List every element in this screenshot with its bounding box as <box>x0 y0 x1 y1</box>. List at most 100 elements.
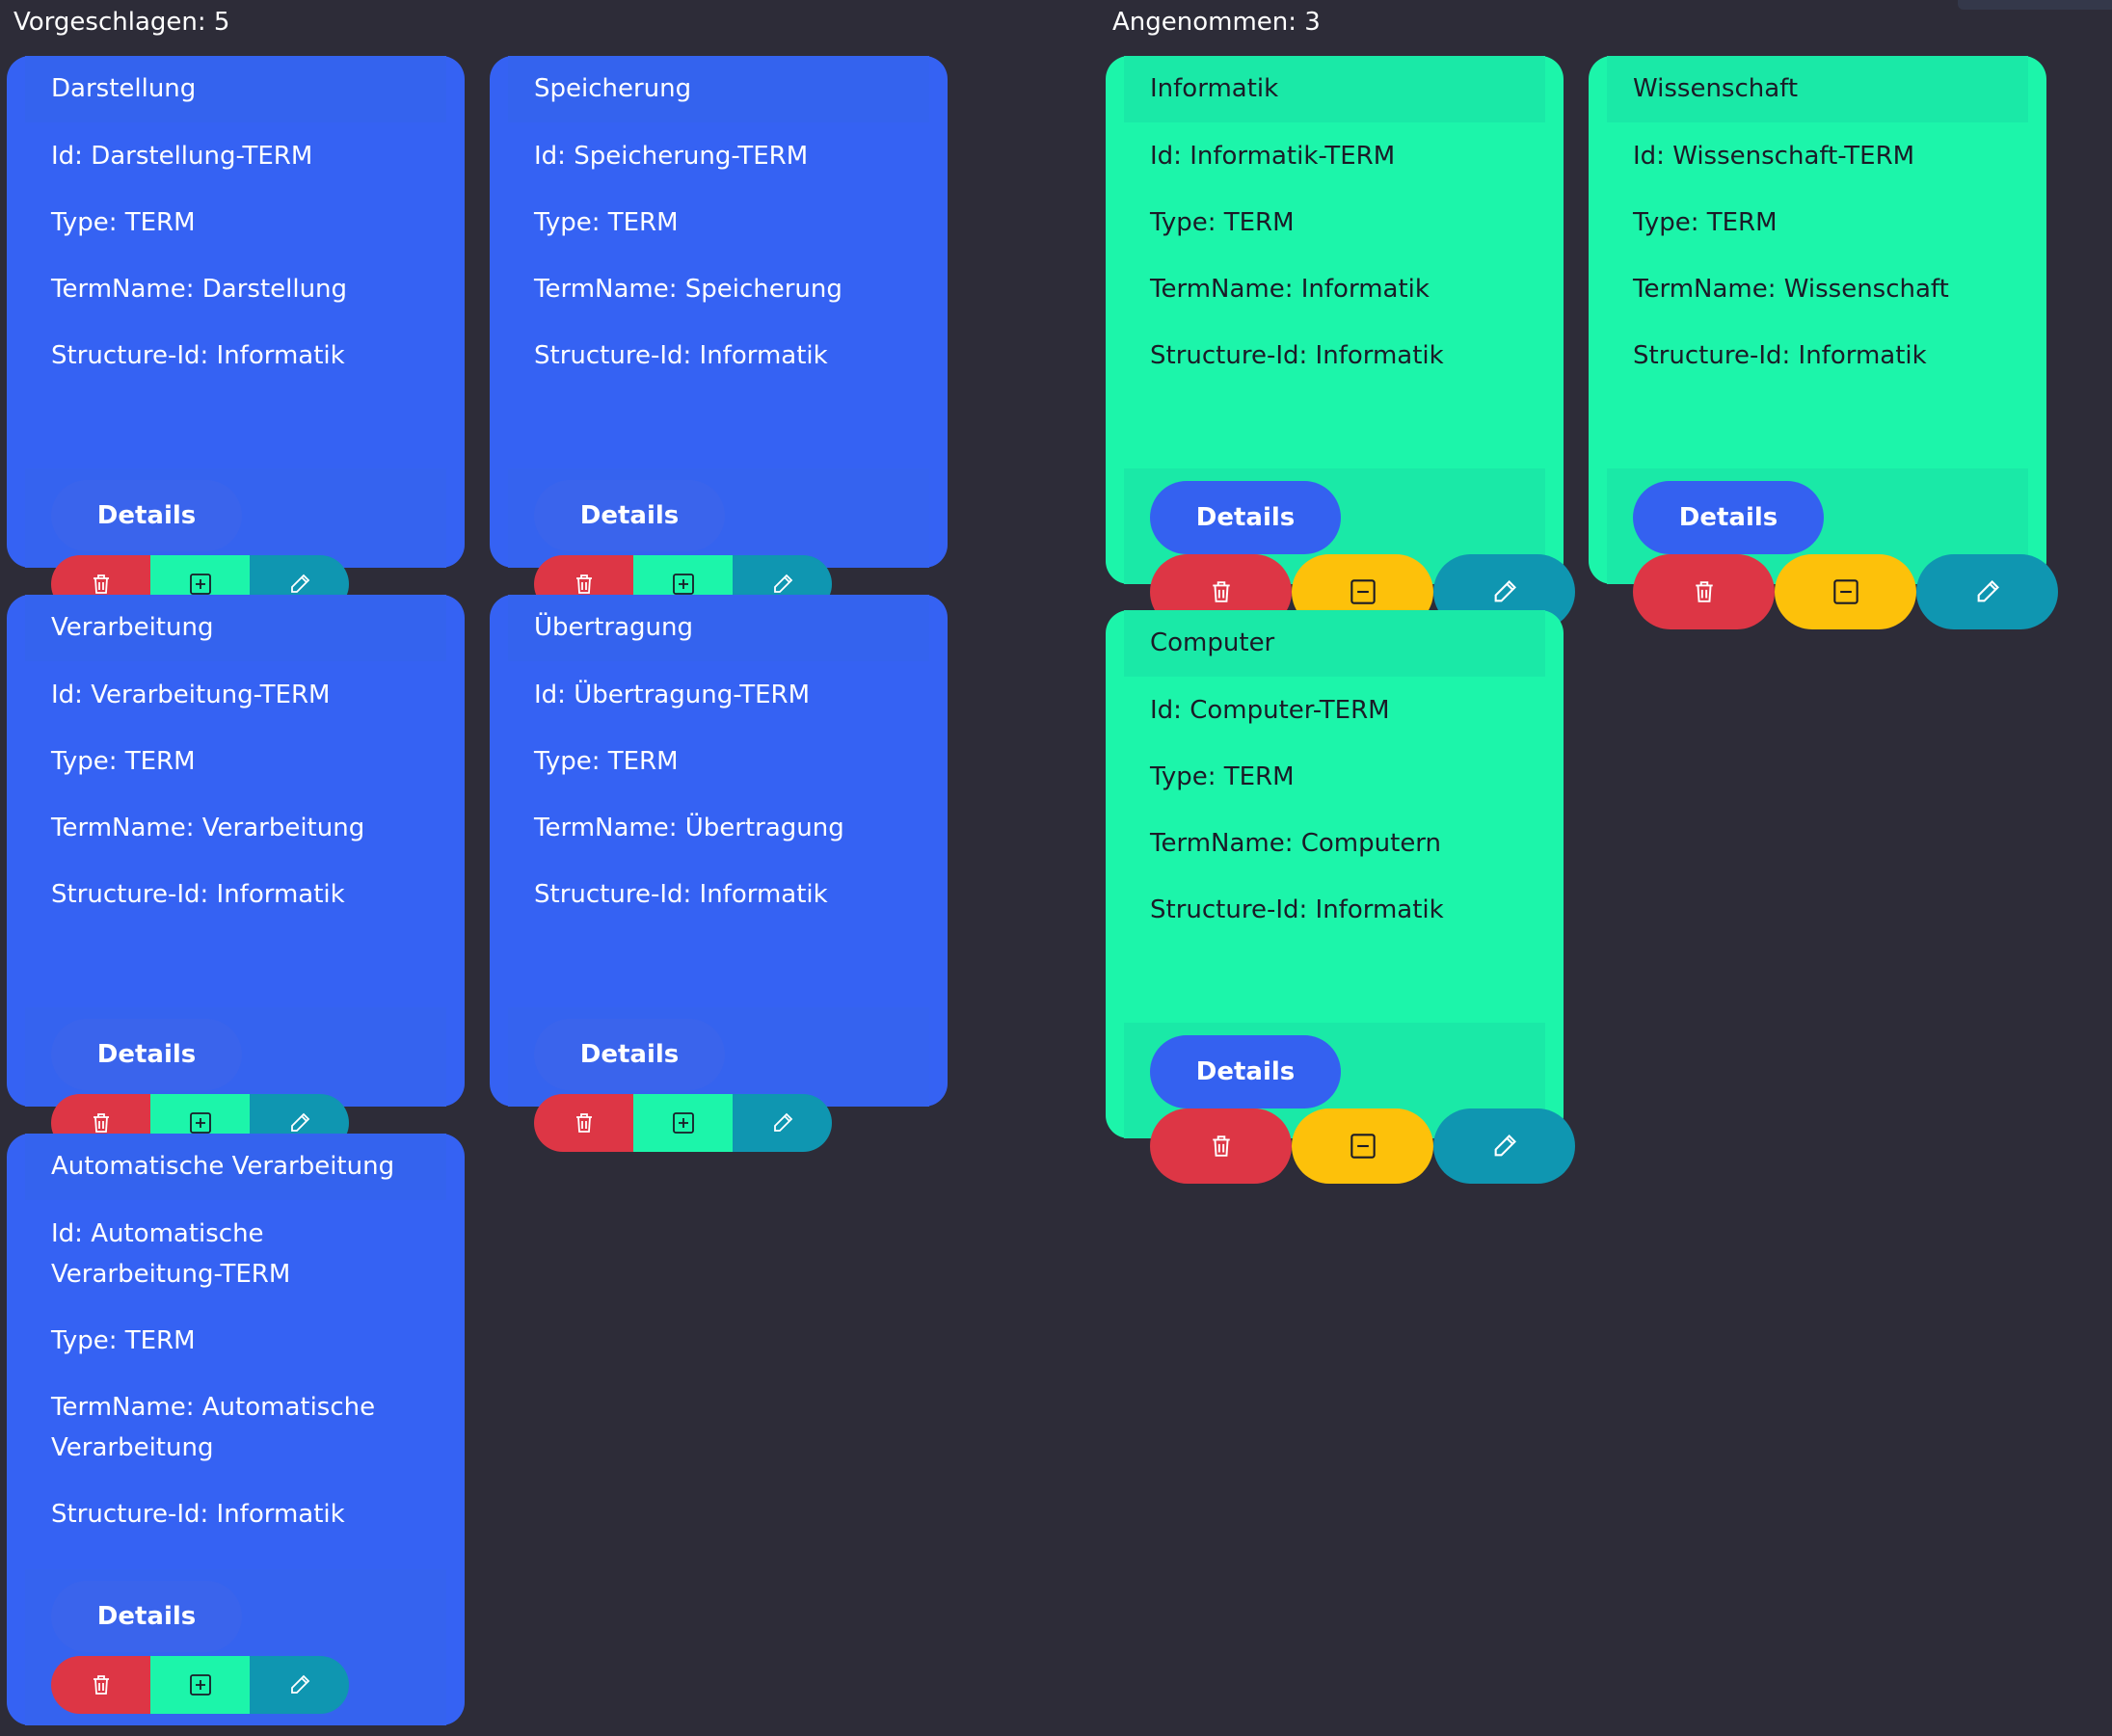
card-header: Wissenschaft <box>1607 56 2028 122</box>
card-structure-id: Structure-Id: Informatik <box>1633 341 1927 370</box>
card-body: Id: Speicherung-TERM Type: TERM TermName… <box>508 122 929 395</box>
edit-button[interactable] <box>1916 554 2058 629</box>
card-type: Type: TERM <box>1150 762 1295 791</box>
trash-icon <box>575 1112 594 1134</box>
card-structure-id: Structure-Id: Informatik <box>534 880 828 909</box>
card-term-name: TermName: Verarbeitung <box>51 814 365 842</box>
edit-button[interactable] <box>733 1094 832 1152</box>
trash-icon <box>1211 580 1232 603</box>
accepted-card: Computer Id: Computer-TERM Type: TERM Te… <box>1106 610 1575 1184</box>
card-structure-id: Structure-Id: Informatik <box>534 341 828 370</box>
card-id: Id: Wissenschaft-TERM <box>1633 142 1915 171</box>
details-button[interactable]: Details <box>51 1019 242 1090</box>
delete-button[interactable] <box>534 1094 633 1152</box>
pencil-icon <box>771 1111 794 1135</box>
card-type: Type: TERM <box>51 208 196 237</box>
card-header: Informatik <box>1124 56 1545 122</box>
top-right-accent <box>1958 0 2112 10</box>
delete-button[interactable] <box>1633 554 1775 629</box>
reject-button[interactable] <box>1292 1108 1433 1184</box>
card-header: Automatische Verarbeitung <box>25 1134 446 1200</box>
proposed-card: Automatische Verarbeitung Id: Automatisc… <box>7 1134 465 1725</box>
card-body: Id: Darstellung-TERM Type: TERM TermName… <box>25 122 446 395</box>
details-button[interactable]: Details <box>1633 481 1824 554</box>
delete-button[interactable] <box>1150 1108 1292 1184</box>
card-term-name: TermName: Computern <box>1150 829 1442 858</box>
pencil-icon <box>288 1673 311 1696</box>
card-footer: Details <box>1124 468 1575 629</box>
card-term-name: TermName: Informatik <box>1150 275 1430 304</box>
plus-square-icon <box>189 573 212 596</box>
edit-button[interactable] <box>250 1656 349 1714</box>
card-type: Type: TERM <box>51 747 196 776</box>
proposed-card: Verarbeitung Id: Verarbeitung-TERM Type:… <box>7 595 465 1152</box>
card-header: Computer <box>1124 610 1545 677</box>
card-body: Id: Verarbeitung-TERM Type: TERM TermNam… <box>25 661 446 934</box>
card-type: Type: TERM <box>1150 208 1295 237</box>
card-id: Id: Informatik-TERM <box>1150 142 1396 171</box>
minus-square-icon <box>1832 578 1859 605</box>
plus-square-icon <box>672 1111 695 1135</box>
card-term-name: TermName: Darstellung <box>51 275 348 304</box>
card-header: Übertragung <box>508 595 929 661</box>
card-body: Id: Informatik-TERM Type: TERM TermName:… <box>1124 122 1545 395</box>
card-id: Id: Verarbeitung-TERM <box>51 681 331 709</box>
action-button-group <box>534 1094 832 1152</box>
card-footer: Details <box>1124 1023 1575 1184</box>
edit-button[interactable] <box>1433 1108 1575 1184</box>
card-term-name: TermName: Speicherung <box>534 275 842 304</box>
card-body: Id: Übertragung-TERM Type: TERM TermName… <box>508 661 929 934</box>
details-button[interactable]: Details <box>51 480 242 551</box>
card-type: Type: TERM <box>534 208 679 237</box>
trash-icon <box>92 1112 111 1134</box>
card-term-name: TermName: Automatische Verarbeitung <box>51 1393 376 1462</box>
action-button-group <box>1150 1108 1575 1184</box>
card-type: Type: TERM <box>1633 208 1778 237</box>
proposed-card: Übertragung Id: Übertragung-TERM Type: T… <box>490 595 948 1152</box>
card-footer: Details <box>25 1007 446 1152</box>
card-id: Id: Darstellung-TERM <box>51 142 313 171</box>
details-button[interactable]: Details <box>51 1581 242 1652</box>
delete-button[interactable] <box>51 1656 150 1714</box>
card-footer: Details <box>508 1007 929 1152</box>
card-footer: Details <box>508 468 929 613</box>
accept-button[interactable] <box>633 1094 733 1152</box>
minus-square-icon <box>1350 578 1377 605</box>
details-button[interactable]: Details <box>1150 481 1341 554</box>
card-body: Id: Computer-TERM Type: TERM TermName: C… <box>1124 677 1545 949</box>
card-id: Id: Speicherung-TERM <box>534 142 809 171</box>
details-button[interactable]: Details <box>534 1019 725 1090</box>
card-header: Darstellung <box>25 56 446 122</box>
card-structure-id: Structure-Id: Informatik <box>1150 341 1444 370</box>
proposed-card: Darstellung Id: Darstellung-TERM Type: T… <box>7 56 465 613</box>
card-footer: Details <box>25 468 446 613</box>
card-header: Verarbeitung <box>25 595 446 661</box>
action-button-group <box>1633 554 2058 629</box>
details-button[interactable]: Details <box>534 480 725 551</box>
card-structure-id: Structure-Id: Informatik <box>51 880 345 909</box>
card-type: Type: TERM <box>51 1326 196 1355</box>
accepted-card: Wissenschaft Id: Wissenschaft-TERM Type:… <box>1589 56 2058 629</box>
reject-button[interactable] <box>1775 554 1916 629</box>
details-button[interactable]: Details <box>1150 1035 1341 1108</box>
plus-square-icon <box>672 573 695 596</box>
card-type: Type: TERM <box>534 747 679 776</box>
card-term-name: TermName: Wissenschaft <box>1633 275 1949 304</box>
accept-button[interactable] <box>150 1656 250 1714</box>
card-footer: Details <box>25 1569 446 1725</box>
proposed-card: Speicherung Id: Speicherung-TERM Type: T… <box>490 56 948 613</box>
accepted-card: Informatik Id: Informatik-TERM Type: TER… <box>1106 56 1575 629</box>
proposed-section-title: Vorgeschlagen: 5 <box>13 8 230 37</box>
card-footer: Details <box>1607 468 2058 629</box>
card-id: Id: Automatische Verarbeitung-TERM <box>51 1219 291 1289</box>
pencil-icon <box>1491 1133 1518 1160</box>
trash-icon <box>92 574 111 595</box>
card-structure-id: Structure-Id: Informatik <box>51 341 345 370</box>
pencil-icon <box>1974 578 2001 605</box>
trash-icon <box>92 1674 111 1696</box>
card-term-name: TermName: Übertragung <box>534 814 844 842</box>
card-id: Id: Computer-TERM <box>1150 696 1390 725</box>
card-body: Id: Automatische Verarbeitung-TERM Type:… <box>25 1200 446 1554</box>
pencil-icon <box>288 573 311 596</box>
trash-icon <box>1694 580 1715 603</box>
